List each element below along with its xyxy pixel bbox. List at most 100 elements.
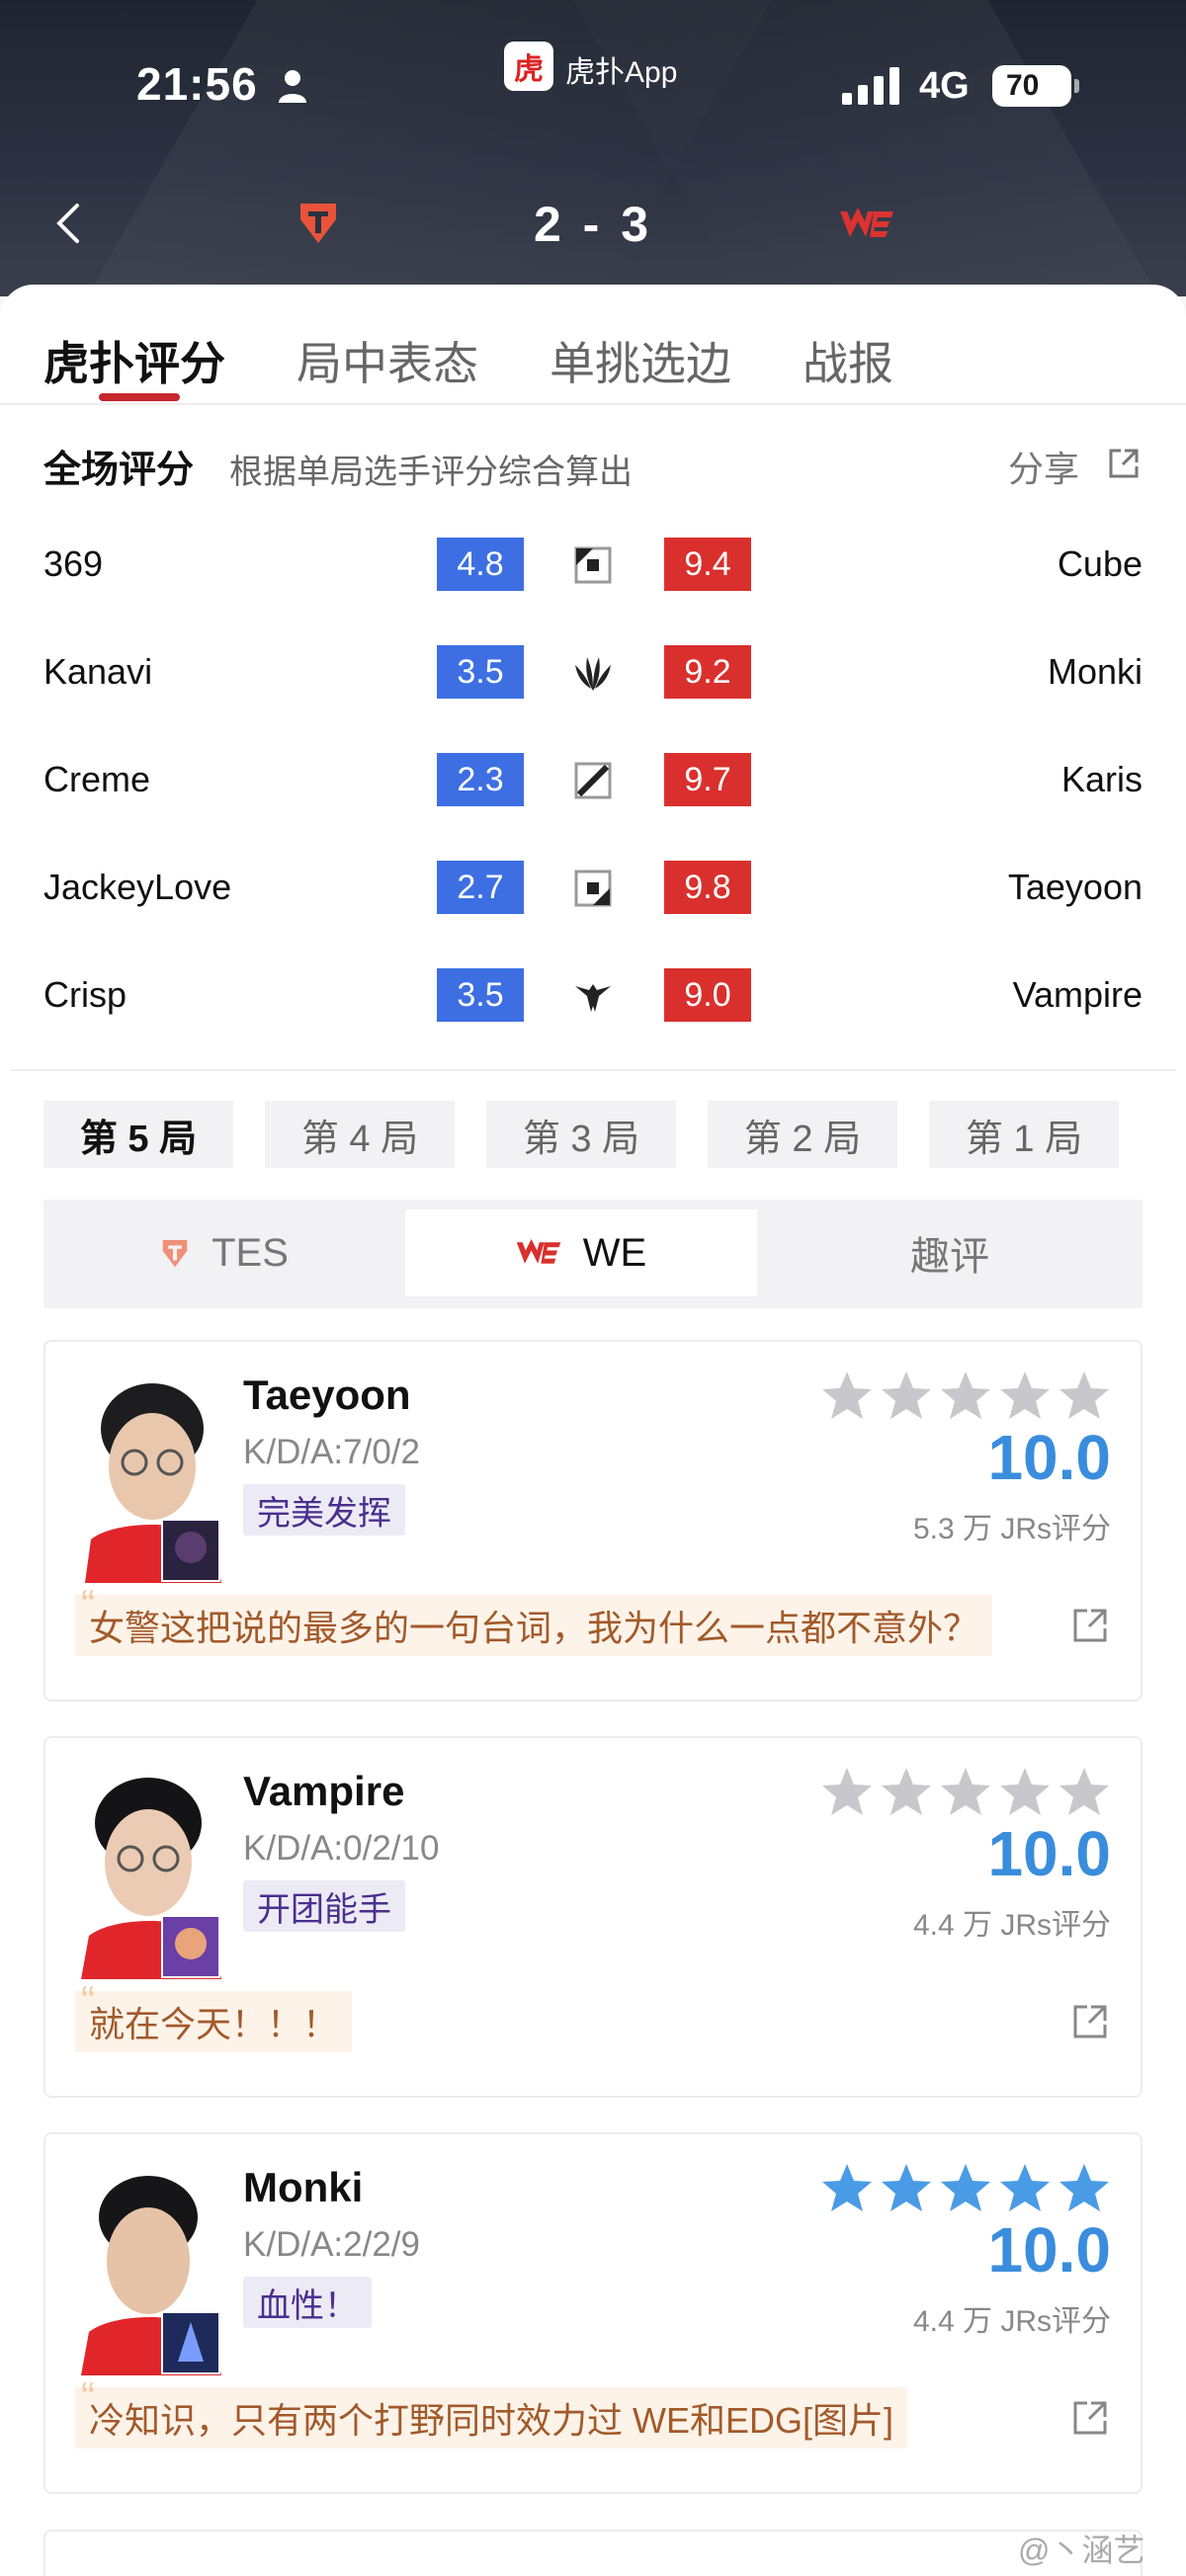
star-rating[interactable]: [814, 1766, 1111, 1817]
jungle-icon: [575, 657, 611, 691]
right-player-score: 9.0: [664, 968, 751, 1022]
star-rating[interactable]: [814, 2162, 1111, 2213]
external-link-icon[interactable]: [1071, 2003, 1109, 2040]
star-icon[interactable]: [820, 1766, 874, 1817]
player-tag: 开团能手: [243, 1880, 405, 1932]
star-icon[interactable]: [998, 1370, 1052, 1421]
right-player-name[interactable]: Vampire: [1013, 974, 1143, 1016]
top-lane-icon: [574, 546, 612, 584]
player-card[interactable]: Vampire K/D/A:0/2/10 开团能手 10.0 4.4 万 JRs…: [43, 1736, 1143, 2098]
right-player-name[interactable]: Monki: [1048, 651, 1143, 693]
overall-rating-subtitle: 根据单局选手评分综合算出: [229, 454, 633, 491]
share-button[interactable]: 分享: [1008, 441, 1079, 492]
person-icon: [279, 70, 306, 103]
top-comment[interactable]: 就在今天！！！: [75, 1977, 353, 2052]
team-tab-tes[interactable]: TES: [43, 1209, 405, 1296]
player-name: Taeyoon: [243, 1371, 411, 1418]
star-icon[interactable]: [880, 2162, 933, 2213]
player-name: Monki: [243, 2164, 364, 2210]
left-player-score: 3.5: [437, 645, 524, 699]
player-score: 10.0: [987, 1818, 1111, 1889]
network-label: 4G: [919, 65, 970, 107]
left-player-name[interactable]: JackeyLove: [43, 867, 231, 908]
support-icon: [575, 984, 611, 1012]
vote-count: 4.4 万 JRs评分: [912, 2305, 1111, 2338]
active-tab-indicator: [99, 393, 180, 401]
star-icon[interactable]: [820, 1370, 874, 1421]
team-tab-label: TES: [212, 1230, 289, 1275]
star-icon[interactable]: [880, 1766, 933, 1817]
player-tag: 血性！: [243, 2277, 372, 2328]
game-tab-1[interactable]: 第 1 局: [929, 1101, 1119, 1168]
we-logo-icon[interactable]: [840, 208, 893, 241]
rating-row: Kanavi 3.5 9.2 Monki: [0, 637, 1186, 706]
team-tab-label: 趣评: [910, 1235, 989, 1279]
player-card[interactable]: Monki K/D/A:2/2/9 血性！ 10.0 4.4 万 JRs评分 冷…: [43, 2132, 1143, 2494]
app-logo-icon: 虎: [504, 42, 553, 91]
overall-rating-title: 全场评分: [43, 450, 195, 491]
external-link-icon[interactable]: [1071, 1607, 1109, 1644]
vote-count: 5.3 万 JRs评分: [912, 1513, 1111, 1545]
vote-count: 4.4 万 JRs评分: [912, 1909, 1111, 1942]
star-icon[interactable]: [1058, 1766, 1111, 1817]
player-card-partial[interactable]: [43, 2530, 1143, 2576]
status-time: 21:56: [136, 58, 258, 110]
rating-row: Crisp 3.5 9.0 Vampire: [0, 960, 1186, 1030]
player-avatar: [85, 1383, 221, 1583]
star-icon[interactable]: [880, 1370, 933, 1421]
left-player-name[interactable]: Kanavi: [43, 651, 152, 693]
left-player-name[interactable]: Creme: [43, 759, 150, 800]
star-icon[interactable]: [1058, 1370, 1111, 1421]
mid-lane-icon: [574, 762, 612, 799]
right-player-name[interactable]: Cube: [1058, 543, 1143, 585]
top-comment[interactable]: 女警这把说的最多的一句台词，我为什么一点都不意外？: [75, 1581, 993, 1656]
game-tab-5[interactable]: 第 5 局: [43, 1101, 233, 1168]
star-icon[interactable]: [998, 1766, 1052, 1817]
left-player-score: 2.3: [437, 753, 524, 806]
player-name: Vampire: [243, 1768, 405, 1814]
match-header: 21:56 虎 虎扑App 4G 70 2 - 3: [0, 0, 1186, 296]
star-rating[interactable]: [814, 1370, 1111, 1421]
external-link-icon[interactable]: [1071, 2399, 1109, 2437]
tab-hupu-rating[interactable]: 虎扑评分: [43, 328, 225, 393]
tes-logo-icon: [162, 1240, 188, 1268]
left-player-name[interactable]: Crisp: [43, 974, 127, 1016]
right-player-name[interactable]: Karis: [1061, 759, 1143, 800]
right-player-score: 9.2: [664, 645, 751, 699]
player-avatar: [81, 2176, 221, 2375]
left-player-score: 3.5: [437, 968, 524, 1022]
game-tab-4[interactable]: 第 4 局: [265, 1101, 455, 1168]
tab-report[interactable]: 战报: [803, 328, 893, 393]
tab-solo-pick[interactable]: 单挑选边: [550, 328, 731, 393]
game-tab-3[interactable]: 第 3 局: [486, 1101, 676, 1168]
tab-in-game-vote[interactable]: 局中表态: [296, 328, 478, 393]
share-icon[interactable]: [1107, 447, 1141, 480]
right-player-score: 9.8: [664, 861, 751, 914]
main-tabs: 虎扑评分 局中表态 单挑选边 战报: [0, 318, 1186, 403]
match-score: 2 - 3: [533, 197, 653, 252]
star-icon[interactable]: [1058, 2162, 1111, 2213]
player-card[interactable]: Taeyoon K/D/A:7/0/2 完美发挥 10.0 5.3 万 JRs评…: [43, 1340, 1143, 1702]
star-icon[interactable]: [939, 2162, 992, 2213]
left-player-score: 2.7: [437, 861, 524, 914]
player-kda: K/D/A:0/2/10: [243, 1829, 440, 1868]
player-kda: K/D/A:7/0/2: [243, 1433, 420, 1471]
game-tab-2[interactable]: 第 2 局: [708, 1101, 897, 1168]
star-icon[interactable]: [998, 2162, 1052, 2213]
bot-lane-icon: [574, 870, 612, 907]
team-tab-we[interactable]: WE: [405, 1209, 757, 1296]
star-icon[interactable]: [820, 2162, 874, 2213]
team-switch: TES WE 趣评: [43, 1200, 1143, 1308]
right-player-name[interactable]: Taeyoon: [1008, 867, 1143, 908]
left-player-name[interactable]: 369: [43, 543, 103, 585]
top-comment[interactable]: 冷知识，只有两个打野同时效力过 WE和EDG[图片]: [75, 2373, 908, 2449]
tes-logo-icon[interactable]: [296, 200, 340, 245]
star-icon[interactable]: [939, 1370, 992, 1421]
team-tab-fun-review[interactable]: 趣评: [757, 1209, 1143, 1296]
star-icon[interactable]: [939, 1766, 992, 1817]
rating-row: JackeyLove 2.7 9.8 Taeyoon: [0, 853, 1186, 922]
left-player-score: 4.8: [437, 538, 524, 591]
back-icon[interactable]: [53, 202, 83, 245]
player-tag: 完美发挥: [243, 1484, 405, 1536]
battery-indicator: 70: [992, 65, 1079, 107]
